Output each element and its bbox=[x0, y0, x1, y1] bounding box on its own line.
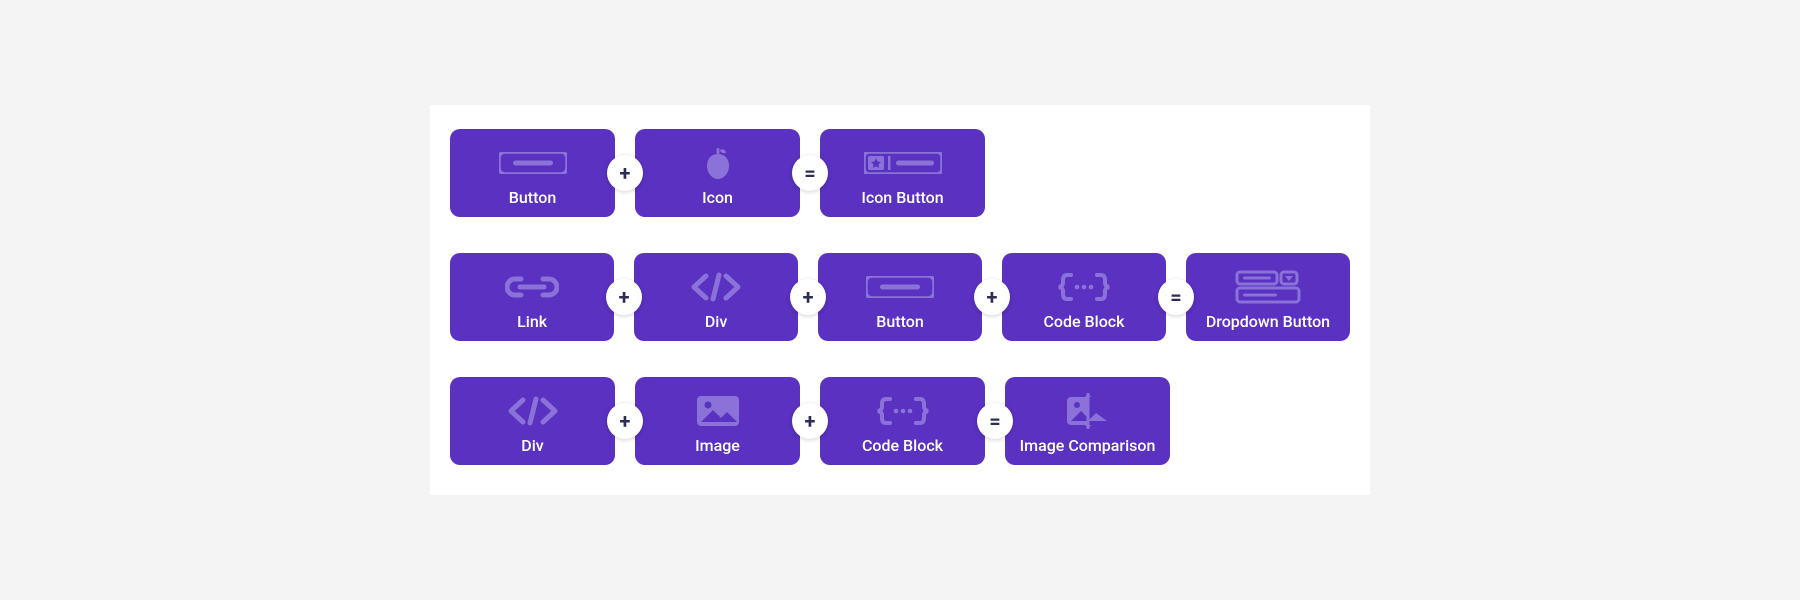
tile-label: Dropdown Button bbox=[1206, 312, 1330, 331]
tile-label: Button bbox=[876, 312, 923, 331]
link-icon bbox=[450, 267, 614, 307]
tile-div: Div bbox=[450, 377, 615, 465]
tile-code-block: Code Block bbox=[1002, 253, 1166, 341]
tile-label: Div bbox=[705, 312, 727, 331]
tile-button: Button bbox=[818, 253, 982, 341]
operator-plus: + bbox=[974, 279, 1010, 315]
tile-image-comparison: Image Comparison bbox=[1005, 377, 1170, 465]
icon-button-icon bbox=[820, 143, 985, 183]
tile-dropdown-button: Dropdown Button bbox=[1186, 253, 1350, 341]
tile-label: Icon Button bbox=[861, 188, 943, 207]
code-icon bbox=[450, 391, 615, 431]
operator-plus: + bbox=[607, 155, 643, 191]
codeblock-icon bbox=[820, 391, 985, 431]
tile-link: Link bbox=[450, 253, 614, 341]
tile-label: Link bbox=[517, 312, 547, 331]
dropdown-icon bbox=[1186, 267, 1350, 307]
tile-label: Div bbox=[521, 436, 543, 455]
tile-button: Button bbox=[450, 129, 615, 217]
equation-row: Div + Image + Code Block = Image Compari… bbox=[450, 377, 1350, 465]
operator-equals: = bbox=[792, 155, 828, 191]
tile-icon: Icon bbox=[635, 129, 800, 217]
image-icon bbox=[635, 391, 800, 431]
tile-icon-button: Icon Button bbox=[820, 129, 985, 217]
tile-code-block: Code Block bbox=[820, 377, 985, 465]
equation-row: Button + Icon = Icon Button bbox=[450, 129, 1350, 217]
tile-label: Code Block bbox=[1043, 312, 1124, 331]
tile-div: Div bbox=[634, 253, 798, 341]
operator-equals: = bbox=[977, 403, 1013, 439]
button-icon bbox=[818, 267, 982, 307]
codeblock-icon bbox=[1002, 267, 1166, 307]
operator-plus: + bbox=[790, 279, 826, 315]
tile-label: Button bbox=[509, 188, 556, 207]
button-icon bbox=[450, 143, 615, 183]
operator-plus: + bbox=[792, 403, 828, 439]
equation-row: Link + Div + Button + Code Block = bbox=[450, 253, 1350, 341]
tile-label: Image bbox=[695, 436, 740, 455]
operator-plus: + bbox=[607, 403, 643, 439]
operator-plus: + bbox=[606, 279, 642, 315]
equations-panel: Button + Icon = Icon Button Link + bbox=[430, 105, 1370, 495]
tile-label: Image Comparison bbox=[1020, 436, 1156, 455]
image-compare-icon bbox=[1005, 391, 1170, 431]
tile-label: Code Block bbox=[862, 436, 943, 455]
tile-label: Icon bbox=[702, 188, 733, 207]
tile-image: Image bbox=[635, 377, 800, 465]
code-icon bbox=[634, 267, 798, 307]
apple-icon bbox=[635, 143, 800, 183]
operator-equals: = bbox=[1158, 279, 1194, 315]
